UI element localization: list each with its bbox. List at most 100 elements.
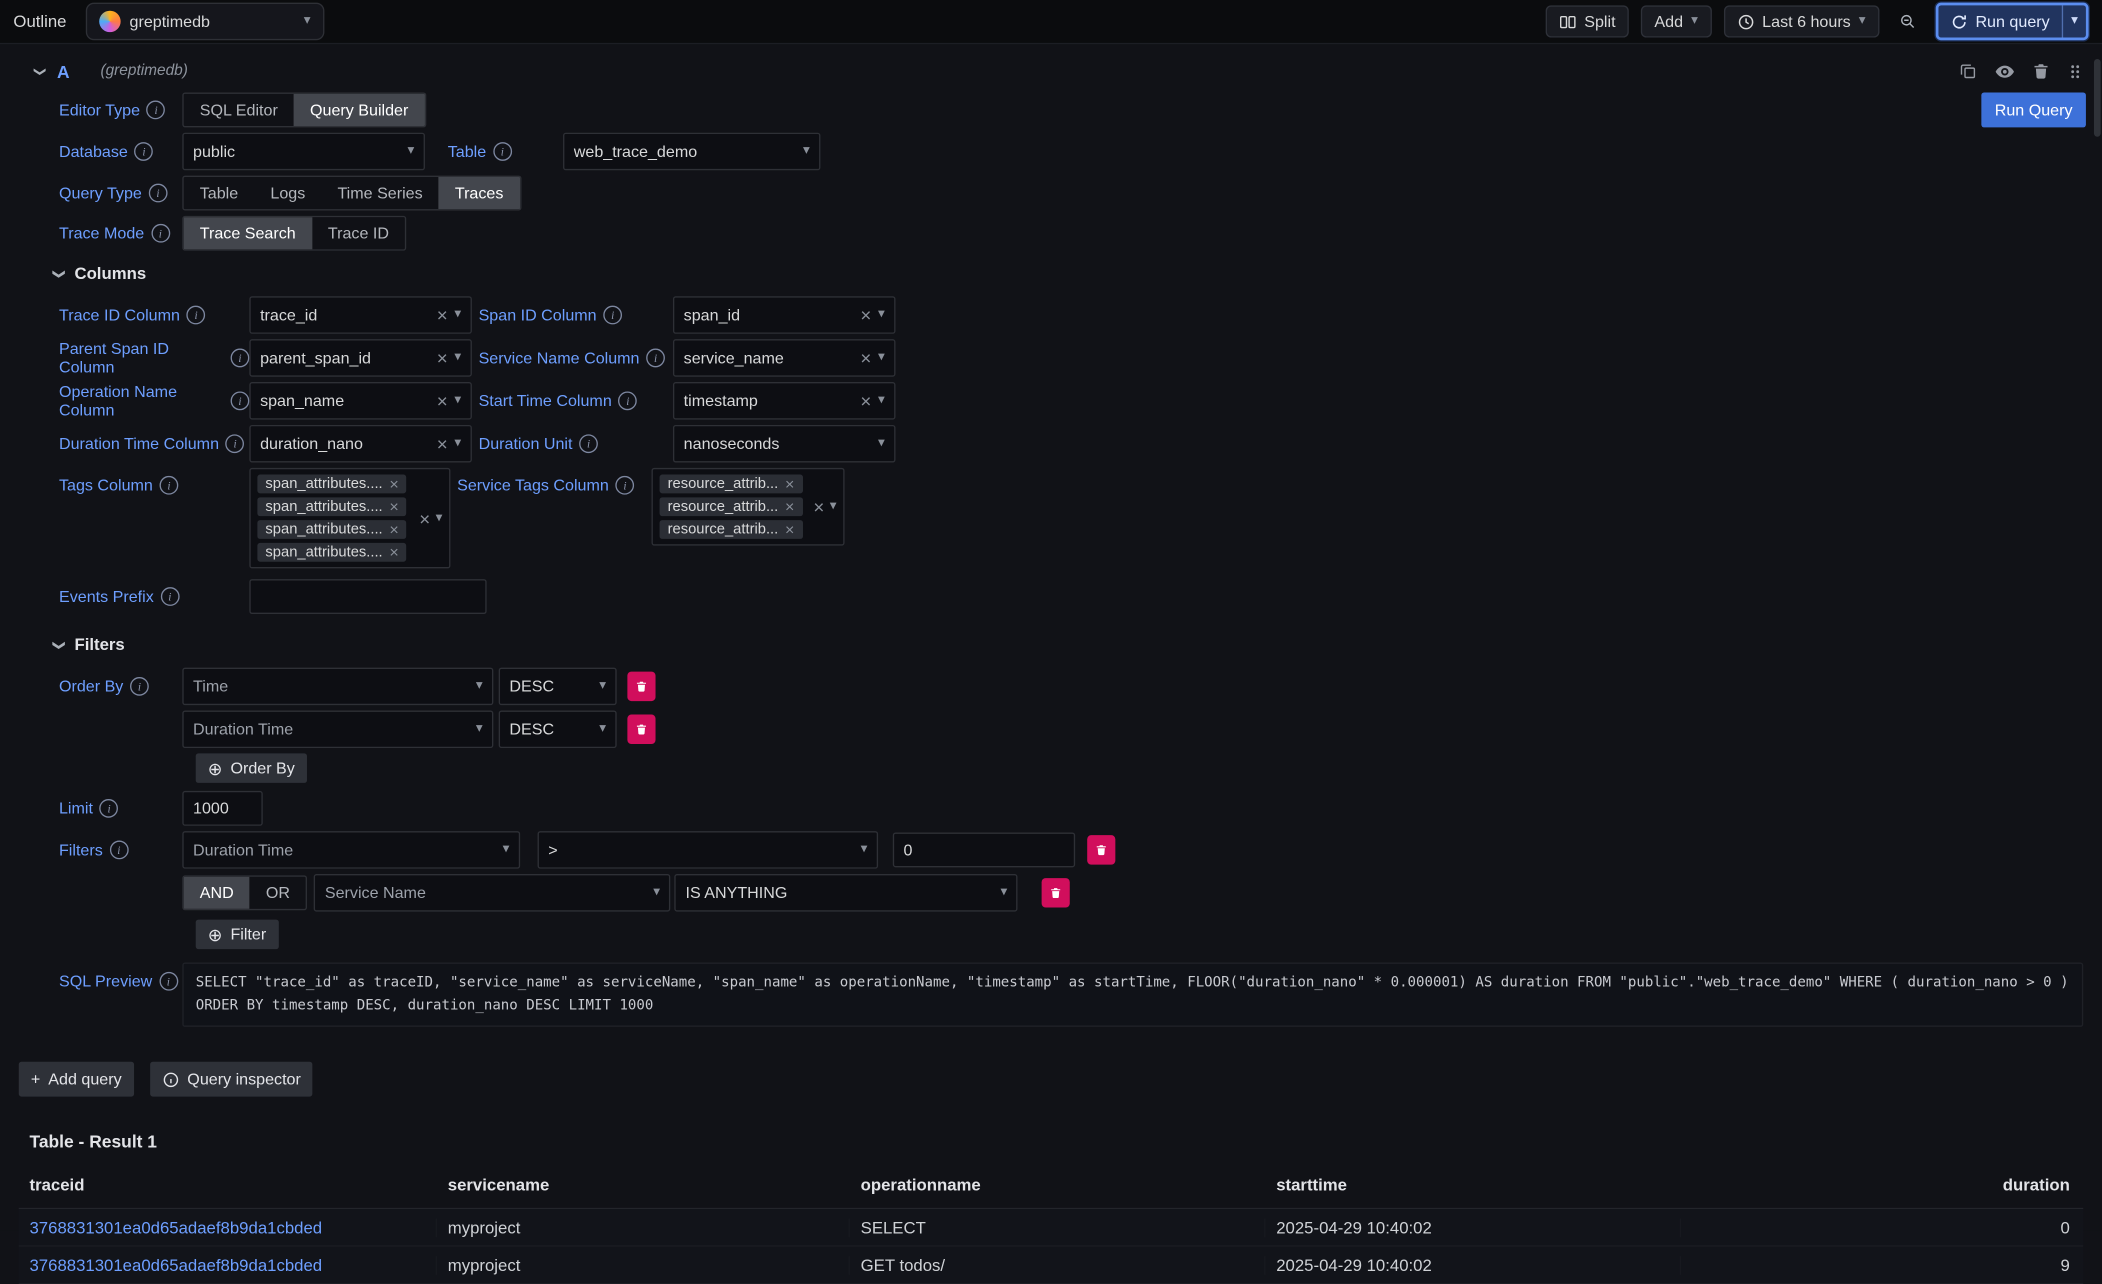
query-builder-option[interactable]: Query Builder bbox=[294, 94, 425, 126]
operation-name-column-select[interactable]: span_name bbox=[249, 382, 472, 420]
order-by-field-select[interactable]: Duration Time bbox=[182, 710, 493, 748]
info-icon[interactable] bbox=[160, 476, 179, 495]
or-option[interactable]: OR bbox=[250, 877, 306, 909]
sql-editor-option[interactable]: SQL Editor bbox=[184, 94, 294, 126]
run-query-button[interactable]: Run query bbox=[1935, 3, 2088, 41]
info-icon[interactable] bbox=[226, 434, 245, 453]
info-icon[interactable] bbox=[579, 434, 598, 453]
trace-id-link[interactable]: 3768831301ea0d65adaef8b9da1cbded bbox=[29, 1255, 322, 1274]
info-icon[interactable] bbox=[160, 587, 179, 606]
remove-tag-icon[interactable] bbox=[785, 476, 794, 492]
query-ref-id[interactable]: A bbox=[57, 61, 70, 81]
filter-operator-select[interactable]: IS ANYTHING bbox=[675, 874, 1018, 912]
database-select[interactable]: public bbox=[182, 133, 425, 171]
trace-search-option[interactable]: Trace Search bbox=[184, 217, 312, 249]
zoom-out-button[interactable] bbox=[1891, 5, 1923, 37]
parent-span-id-column-select[interactable]: parent_span_id bbox=[249, 339, 472, 377]
remove-order-by-button[interactable] bbox=[627, 715, 655, 744]
query-type-traces-option[interactable]: Traces bbox=[439, 177, 520, 209]
trace-id-column-select[interactable]: trace_id bbox=[249, 296, 472, 334]
remove-tag-icon[interactable] bbox=[785, 521, 794, 537]
filter-value-input[interactable] bbox=[893, 832, 1075, 867]
info-icon[interactable] bbox=[493, 142, 512, 161]
info-icon[interactable] bbox=[619, 391, 638, 410]
query-type-timeseries-option[interactable]: Time Series bbox=[321, 177, 438, 209]
limit-input[interactable] bbox=[182, 791, 262, 826]
query-type-logs-option[interactable]: Logs bbox=[254, 177, 321, 209]
order-by-direction-select[interactable]: DESC bbox=[499, 710, 617, 748]
info-icon[interactable] bbox=[135, 142, 154, 161]
remove-filter-button[interactable] bbox=[1087, 835, 1115, 864]
info-icon[interactable] bbox=[151, 224, 170, 243]
remove-tag-icon[interactable] bbox=[389, 499, 398, 515]
filter-operator-select[interactable]: > bbox=[538, 831, 879, 869]
filters-section-header[interactable]: Filters bbox=[54, 635, 2092, 654]
query-inspector-button[interactable]: Query inspector bbox=[150, 1062, 313, 1097]
clear-icon[interactable] bbox=[860, 349, 871, 368]
split-button[interactable]: Split bbox=[1545, 5, 1629, 37]
clear-icon[interactable] bbox=[860, 391, 871, 410]
service-tags-column-multiselect[interactable]: resource_attrib... resource_attrib... re… bbox=[652, 468, 845, 546]
duration-unit-select[interactable]: nanoseconds bbox=[673, 425, 896, 463]
trace-id-link[interactable]: 3768831301ea0d65adaef8b9da1cbded bbox=[29, 1218, 322, 1237]
trace-id-option[interactable]: Trace ID bbox=[312, 217, 405, 249]
scrollbar-thumb[interactable] bbox=[2094, 59, 2101, 137]
column-header-traceid[interactable]: traceid bbox=[19, 1176, 437, 1195]
table-select[interactable]: web_trace_demo bbox=[563, 133, 820, 171]
span-id-column-select[interactable]: span_id bbox=[673, 296, 896, 334]
run-query-dropdown[interactable] bbox=[2062, 5, 2086, 37]
info-icon[interactable] bbox=[603, 306, 622, 325]
clear-all-icon[interactable] bbox=[419, 509, 430, 528]
info-icon[interactable] bbox=[231, 391, 250, 410]
order-by-field-select[interactable]: Time bbox=[182, 668, 493, 706]
info-icon[interactable] bbox=[231, 349, 250, 368]
outline-toggle[interactable]: Outline bbox=[13, 12, 66, 31]
remove-order-by-button[interactable] bbox=[627, 672, 655, 701]
and-option[interactable]: AND bbox=[184, 877, 250, 909]
time-range-picker[interactable]: Last 6 hours bbox=[1723, 5, 1879, 37]
duration-time-column-select[interactable]: duration_nano bbox=[249, 425, 472, 463]
add-button[interactable]: Add bbox=[1641, 5, 1711, 37]
run-query-main[interactable]: Run query bbox=[1938, 5, 2062, 37]
clear-icon[interactable] bbox=[437, 306, 448, 325]
service-name-column-select[interactable]: service_name bbox=[673, 339, 896, 377]
run-query-panel-button[interactable]: Run Query bbox=[1981, 92, 2086, 127]
collapse-query-chevron-icon[interactable] bbox=[35, 64, 45, 79]
remove-tag-icon[interactable] bbox=[389, 521, 398, 537]
duplicate-query-icon[interactable] bbox=[1959, 62, 1978, 81]
column-header-duration[interactable]: duration bbox=[1681, 1176, 2083, 1195]
column-header-servicename[interactable]: servicename bbox=[437, 1176, 850, 1195]
info-icon[interactable] bbox=[147, 101, 166, 120]
query-type-table-option[interactable]: Table bbox=[184, 177, 255, 209]
remove-tag-icon[interactable] bbox=[389, 544, 398, 560]
tags-column-multiselect[interactable]: span_attributes.... span_attributes.... … bbox=[249, 468, 450, 569]
drag-handle-icon[interactable] bbox=[2067, 61, 2083, 81]
remove-tag-icon[interactable] bbox=[389, 476, 398, 492]
clear-icon[interactable] bbox=[437, 391, 448, 410]
add-filter-button[interactable]: Filter bbox=[196, 920, 279, 949]
info-icon[interactable] bbox=[646, 349, 665, 368]
events-prefix-input[interactable] bbox=[249, 579, 486, 614]
columns-section-header[interactable]: Columns bbox=[54, 264, 2092, 283]
clear-icon[interactable] bbox=[437, 349, 448, 368]
datasource-picker[interactable]: greptimedb bbox=[85, 3, 324, 41]
info-icon[interactable] bbox=[616, 476, 635, 495]
clear-all-icon[interactable] bbox=[813, 497, 824, 516]
info-icon[interactable] bbox=[187, 306, 206, 325]
info-icon[interactable] bbox=[159, 972, 178, 991]
filter-field-select[interactable]: Duration Time bbox=[182, 831, 520, 869]
order-by-direction-select[interactable]: DESC bbox=[499, 668, 617, 706]
hide-response-eye-icon[interactable] bbox=[1995, 61, 2015, 81]
add-query-button[interactable]: Add query bbox=[19, 1062, 134, 1097]
remove-query-trash-icon[interactable] bbox=[2032, 62, 2049, 81]
clear-icon[interactable] bbox=[860, 306, 871, 325]
info-icon[interactable] bbox=[100, 799, 119, 818]
collapse-filters-chevron-icon[interactable] bbox=[54, 637, 64, 652]
info-icon[interactable] bbox=[130, 677, 149, 696]
info-icon[interactable] bbox=[109, 841, 128, 860]
clear-icon[interactable] bbox=[437, 434, 448, 453]
collapse-columns-chevron-icon[interactable] bbox=[54, 266, 64, 281]
column-header-operationname[interactable]: operationname bbox=[850, 1176, 1266, 1195]
column-header-starttime[interactable]: starttime bbox=[1265, 1176, 1681, 1195]
filter-field-select[interactable]: Service Name bbox=[314, 874, 671, 912]
